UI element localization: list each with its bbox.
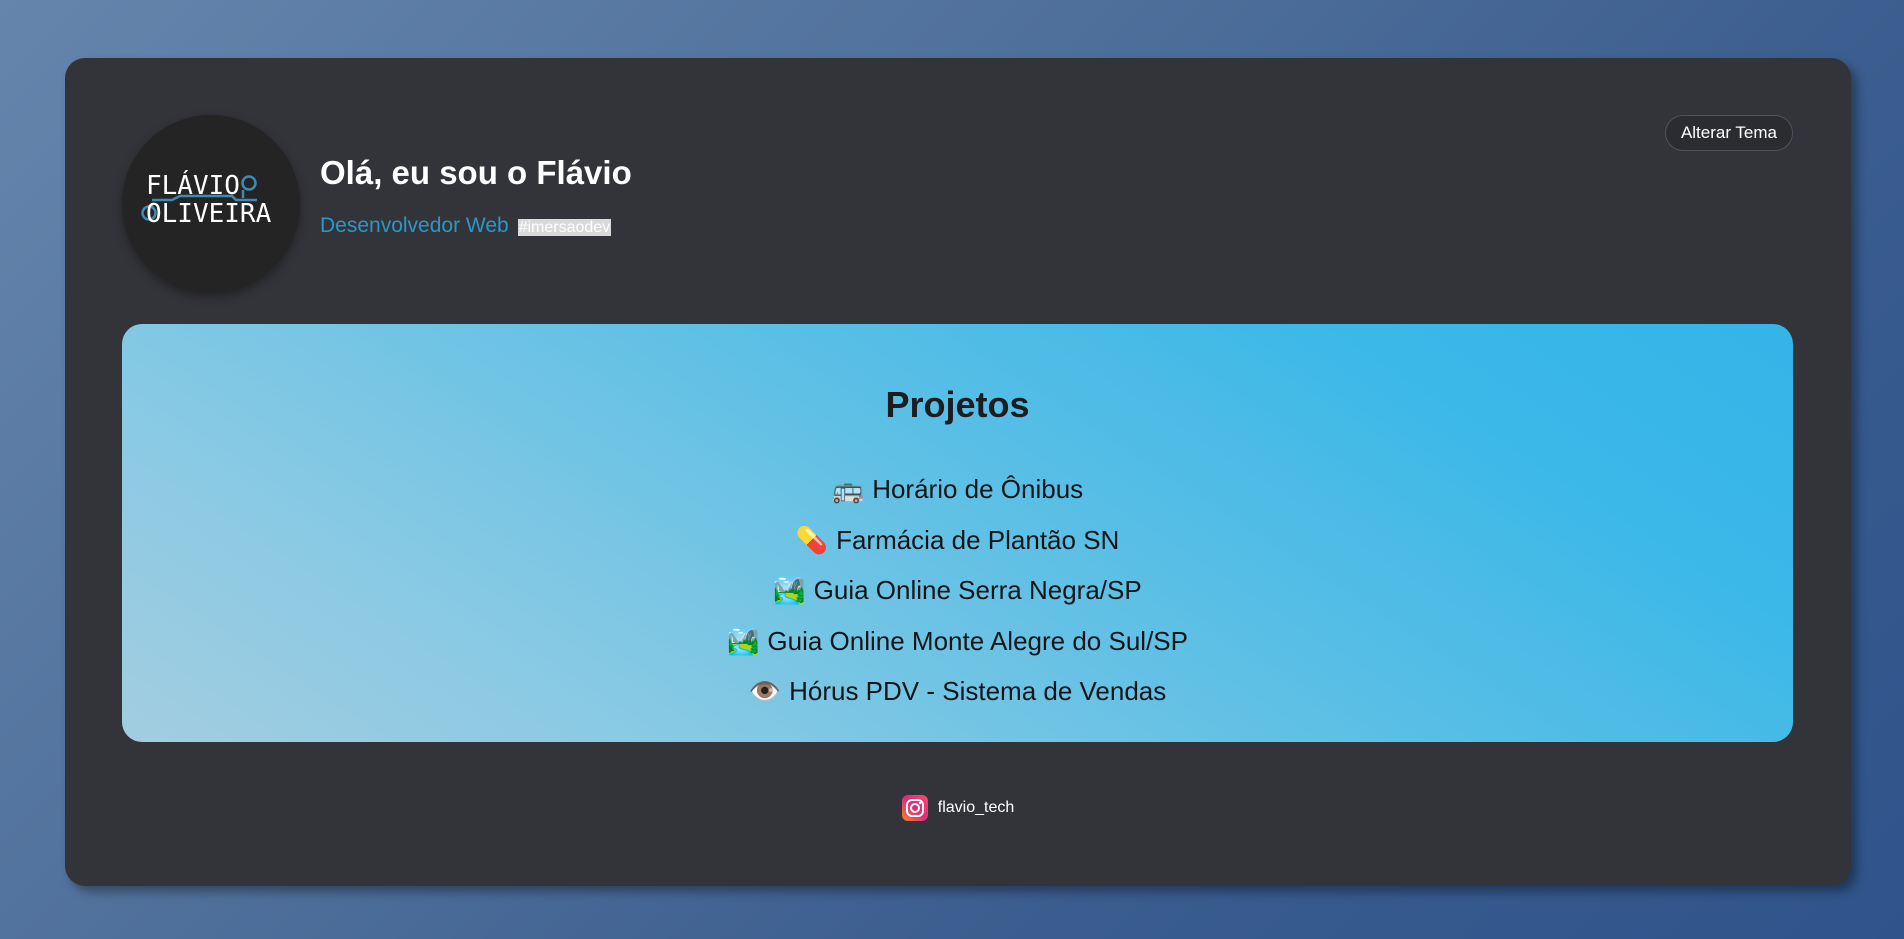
instagram-handle: flavio_tech <box>937 799 1015 816</box>
eye-icon: 👁️ <box>748 677 782 707</box>
page-title: Olá, eu sou o Flávio <box>320 154 632 191</box>
social-links: flavio_tech <box>65 795 1851 823</box>
hashtag-badge: #imersaodev <box>517 219 612 236</box>
instagram-icon <box>901 795 928 821</box>
project-label: Hórus PDV - Sistema de Vendas <box>789 676 1167 706</box>
logo-line-2: OLIVEIRA <box>146 199 272 229</box>
list-item: 👁️ Hórus PDV - Sistema de Vendas <box>122 666 1793 717</box>
logo-line-1: FLÁVIO <box>146 169 240 201</box>
landscape-icon: 🏞️ <box>727 626 760 657</box>
list-item: 🚌 Horário de Ônibus <box>122 464 1793 515</box>
logo-image: FLÁVIO OLIVEIRA <box>122 115 300 293</box>
list-item: 🏞️ Guia Online Serra Negra/SP <box>122 565 1793 616</box>
project-label: Farmácia de Plantão SN <box>836 524 1120 555</box>
bus-icon: 🚌 <box>831 475 865 505</box>
project-label: Horário de Ônibus <box>872 474 1084 504</box>
project-link-farmacia[interactable]: 💊 Farmácia de Plantão SN <box>796 524 1120 556</box>
list-item: 💊 Farmácia de Plantão SN <box>122 515 1793 566</box>
project-label: Guia Online Serra Negra/SP <box>813 575 1142 605</box>
pill-icon: 💊 <box>795 525 829 556</box>
projects-title: Projetos <box>885 384 1030 425</box>
profile-card: Alterar Tema FLÁVIO OLIVEIRA Olá, eu sou… <box>65 58 1851 886</box>
project-link-guia-monte-alegre[interactable]: 🏞️ Guia Online Monte Alegre do Sul/SP <box>727 625 1188 657</box>
project-link-guia-serra-negra[interactable]: 🏞️ Guia Online Serra Negra/SP <box>773 575 1142 606</box>
list-item: 🏞️ Guia Online Monte Alegre do Sul/SP <box>122 616 1793 667</box>
project-link-horario-onibus[interactable]: 🚌 Horário de Ônibus <box>832 474 1084 505</box>
project-link-horus-pdv[interactable]: 👁️ Hórus PDV - Sistema de Vendas <box>749 676 1167 707</box>
instagram-link[interactable]: flavio_tech <box>901 795 1015 821</box>
avatar: FLÁVIO OLIVEIRA <box>122 115 300 293</box>
role-subtitle: Desenvolvedor Web #imersaodev <box>320 214 612 238</box>
toggle-theme-button[interactable]: Alterar Tema <box>1664 115 1793 151</box>
project-label: Guia Online Monte Alegre do Sul/SP <box>767 625 1188 656</box>
role-text: Desenvolvedor Web <box>320 214 509 237</box>
landscape-icon: 🏞️ <box>773 576 806 606</box>
projects-section: Projetos 🚌 Horário de Ônibus 💊 Farmácia de… <box>122 324 1793 742</box>
projects-list: 🚌 Horário de Ônibus 💊 Farmácia de Plantão … <box>122 464 1793 717</box>
